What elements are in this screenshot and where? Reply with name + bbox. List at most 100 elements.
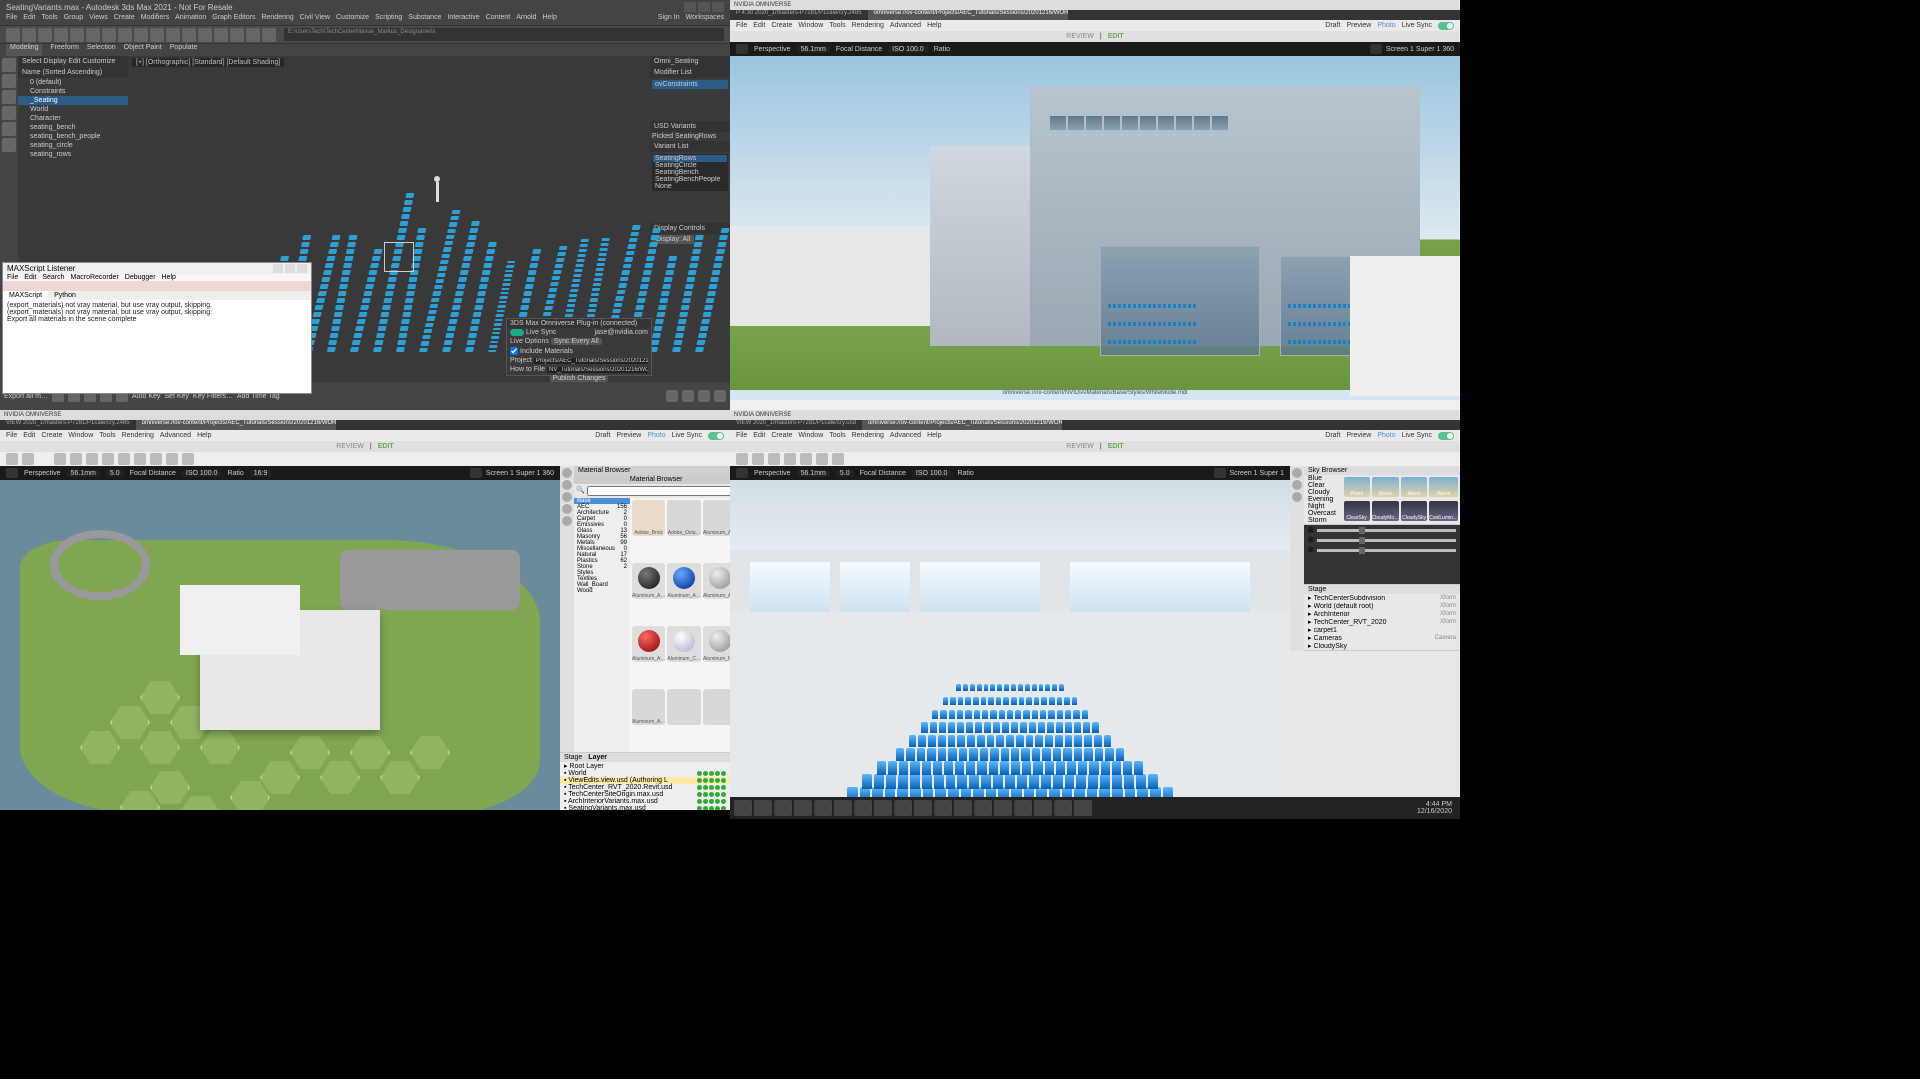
- stage-item[interactable]: ▸ArchInteriorXform: [1304, 610, 1460, 618]
- outliner-item[interactable]: seating_rows: [18, 150, 128, 159]
- bucket-icon[interactable]: [562, 492, 572, 502]
- listener-tab-python[interactable]: Python: [48, 291, 82, 300]
- ov-menu-window[interactable]: Window: [798, 432, 823, 439]
- modify-panel-icon[interactable]: [2, 74, 16, 88]
- workspaces-button[interactable]: Workspaces: [686, 14, 724, 25]
- material-search-input[interactable]: [587, 486, 730, 496]
- ov-menu-edit[interactable]: Edit: [23, 432, 35, 439]
- listener-macro-pane[interactable]: [3, 281, 311, 291]
- ov-tr-titlebar[interactable]: NVIDIA OMNIVERSE: [730, 0, 1460, 10]
- mode-edit[interactable]: EDIT: [1108, 443, 1124, 450]
- mode-photo[interactable]: Photo: [1377, 22, 1395, 29]
- mode-edit[interactable]: EDIT: [378, 443, 394, 450]
- mode-preview[interactable]: Preview: [1346, 22, 1371, 29]
- mode-preview[interactable]: Preview: [1346, 432, 1371, 439]
- stage-item[interactable]: ▸CloudySky: [1304, 642, 1460, 650]
- ribbon-modeling[interactable]: Modeling: [6, 44, 42, 56]
- select-tool-icon[interactable]: [54, 453, 66, 465]
- mode-draft[interactable]: Draft: [1325, 22, 1340, 29]
- ribbon-selection[interactable]: Selection: [87, 44, 116, 56]
- material-browser-tab[interactable]: Material Browser: [574, 475, 730, 484]
- ov-menu-advanced[interactable]: Advanced: [160, 432, 191, 439]
- mode-review[interactable]: REVIEW: [1066, 443, 1094, 450]
- iso-value[interactable]: ISO 100.0: [912, 470, 952, 477]
- motion-panel-icon[interactable]: [2, 106, 16, 120]
- mode-photo[interactable]: Photo: [1377, 432, 1395, 439]
- render-setup-icon[interactable]: [246, 28, 260, 42]
- material-swatch[interactable]: Adobe_Octa…: [667, 500, 701, 536]
- layers-tab-layer[interactable]: Layer: [588, 754, 607, 761]
- ov-menu-file[interactable]: File: [6, 432, 17, 439]
- eyedropper-icon[interactable]: [1292, 480, 1302, 490]
- material-swatch[interactable]: Adobe_Brick: [632, 500, 665, 536]
- rotate-tool-icon[interactable]: [86, 453, 98, 465]
- taskbar-app[interactable]: [1014, 800, 1032, 816]
- ov-menu-window[interactable]: Window: [798, 22, 823, 29]
- ov-menu-advanced[interactable]: Advanced: [890, 22, 921, 29]
- layer-row[interactable]: ▪ ViewEdits.view.usd (Authoring L: [560, 777, 730, 784]
- listener-menu-file[interactable]: File: [7, 274, 18, 281]
- ov-tr-tab-1[interactable]: P 4:30 2020_1/masters-P7281/P1cale/cry.2…: [730, 10, 868, 20]
- sky-thumbnail[interactable]: Warm: [1429, 477, 1458, 497]
- close-button[interactable]: [712, 2, 724, 12]
- ribbon-populate[interactable]: Populate: [170, 44, 198, 56]
- mode-draft[interactable]: Draft: [1325, 432, 1340, 439]
- scale-tool-icon[interactable]: [102, 453, 114, 465]
- redo-icon[interactable]: [22, 28, 36, 42]
- project-path[interactable]: Projects/AEC_Tutorials/Sessions/20201216…: [534, 358, 648, 364]
- section-icon[interactable]: [150, 453, 162, 465]
- publish-button[interactable]: Publish Changes: [550, 375, 609, 382]
- menu-help[interactable]: Help: [542, 14, 556, 25]
- taskbar-app[interactable]: [934, 800, 952, 816]
- listener-menu-debug[interactable]: Debugger: [125, 274, 156, 281]
- material-swatch[interactable]: Aluminum_A…: [667, 563, 701, 599]
- listener-close[interactable]: [297, 264, 307, 273]
- ov-menu-tools[interactable]: Tools: [99, 432, 115, 439]
- stage-item[interactable]: ▸TechCenterSubdivisionXform: [1304, 594, 1460, 602]
- sun-icon[interactable]: [832, 453, 844, 465]
- brush-icon[interactable]: [562, 468, 572, 478]
- variant-item[interactable]: SeatingRows: [653, 155, 727, 162]
- ov-menu-file[interactable]: File: [736, 22, 747, 29]
- camera-icon[interactable]: [6, 468, 18, 478]
- layers-icon[interactable]: [198, 28, 212, 42]
- material-category[interactable]: Wood: [574, 588, 630, 594]
- menu-modifiers[interactable]: Modifiers: [141, 14, 169, 25]
- move-icon[interactable]: [86, 28, 100, 42]
- material-swatch[interactable]: Aluminum_C…: [667, 626, 701, 662]
- move-tool-icon[interactable]: [70, 453, 82, 465]
- iso-value[interactable]: ISO 100.0: [888, 46, 928, 53]
- material-swatch[interactable]: Aluminum_A…: [703, 563, 730, 599]
- save-icon[interactable]: [752, 453, 764, 465]
- ov-menu-create[interactable]: Create: [771, 432, 792, 439]
- outliner-item[interactable]: Constraints: [18, 87, 128, 96]
- ov-bl-tab-2[interactable]: omniverse://ov-content/Projects/AEC_Tuto…: [136, 420, 336, 430]
- rotate-tool-icon[interactable]: [800, 453, 812, 465]
- taskbar-app[interactable]: [834, 800, 852, 816]
- taskbar-app[interactable]: [874, 800, 892, 816]
- menu-create[interactable]: Create: [114, 14, 135, 25]
- ribbon-objectpaint[interactable]: Object Paint: [124, 44, 162, 56]
- taskbar-app[interactable]: [894, 800, 912, 816]
- focal-length[interactable]: 56.1mm: [797, 46, 830, 53]
- taskbar-app[interactable]: [1034, 800, 1052, 816]
- menu-customize[interactable]: Customize: [336, 14, 369, 25]
- layer-row[interactable]: ▪ TechCenterSiteOrigin.max.usd: [560, 791, 730, 798]
- sky-categories[interactable]: BlueClearCloudyEveningNightOvercastStorm: [1304, 475, 1342, 524]
- scale-icon[interactable]: [118, 28, 132, 42]
- taskbar-app[interactable]: [1074, 800, 1092, 816]
- maxscript-listener[interactable]: MAXScript Listener File Edit Search Macr…: [2, 262, 312, 394]
- sun-icon[interactable]: [166, 453, 178, 465]
- stage-item[interactable]: ▸carpet1: [1304, 626, 1460, 634]
- menu-arnold[interactable]: Arnold: [516, 14, 536, 25]
- max-main-menu[interactable]: File Edit Tools Group Views Create Modif…: [0, 14, 730, 26]
- ov-br-titlebar[interactable]: NVIDIA OMNIVERSE: [730, 410, 1460, 420]
- material-categories[interactable]: BaseAEC156Architecture2Carpet0Emissives0…: [574, 498, 630, 752]
- ov-bl-viewport[interactable]: [0, 480, 560, 810]
- outliner-item[interactable]: Character: [18, 114, 128, 123]
- sky-thumbnail[interactable]: Warm: [1344, 477, 1370, 497]
- outliner-item[interactable]: 0 (default): [18, 78, 128, 87]
- sky-thumbnail[interactable]: CloudySky: [1401, 501, 1427, 521]
- taskbar-app[interactable]: [814, 800, 832, 816]
- listener-minimize[interactable]: [273, 264, 283, 273]
